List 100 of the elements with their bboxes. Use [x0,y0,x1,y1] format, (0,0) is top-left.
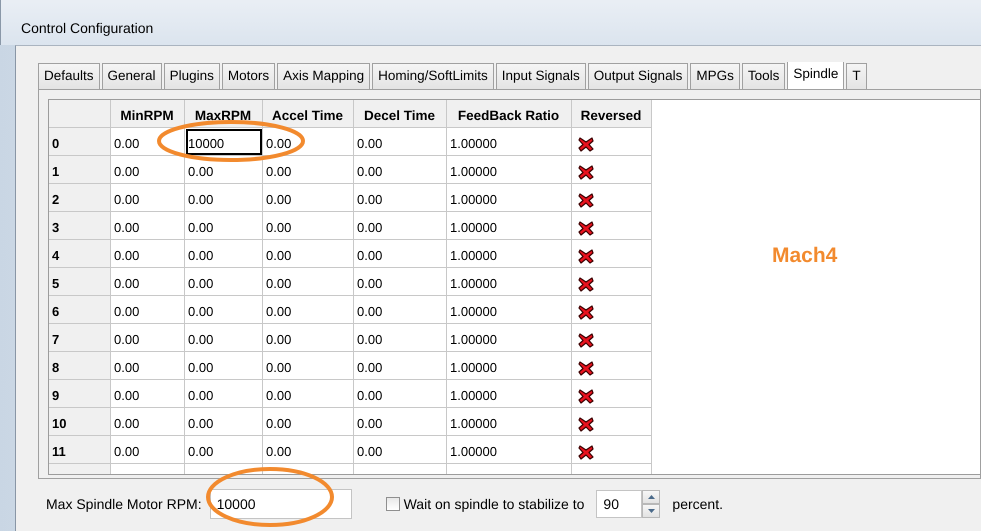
up-arrow-icon [648,495,655,499]
row-header: 4 [49,240,111,268]
rpm-field[interactable]: 10000 [210,489,352,519]
table-cell: 1.00000 [447,380,572,408]
table-cell: 0.00 [263,156,354,184]
checkbox-label: Wait on spindle to stabilize to [404,494,584,514]
row-header: 10 [49,408,111,436]
checkbox[interactable] [386,497,400,511]
tab[interactable]: General [102,63,162,89]
table-cell: 1.00000 [447,436,572,464]
table-cell: 1.00000 [447,212,572,240]
table-cell: 0.00 [354,296,447,324]
window-title: Control Configuration [21,20,154,36]
table-cell: 0.00 [263,128,354,156]
table-cell: 0.00 [185,296,263,324]
table-cell: 0.00 [111,184,185,212]
field-label: Max Spindle Motor RPM: [46,494,202,514]
row-header: 11 [49,436,111,464]
table-cell: 0.00 [354,128,447,156]
table-cell: 0.00 [354,184,447,212]
table-cell: 0.00 [263,436,354,464]
table-cell: 0.00 [263,268,354,296]
tab[interactable]: Spindle [787,62,844,89]
table-cell: 1.00000 [447,296,572,324]
tab[interactable]: Motors [222,63,276,89]
tab[interactable]: MPGs [690,63,740,89]
table-cell: 0.00 [354,268,447,296]
table-cell: 0.00 [111,240,185,268]
tab[interactable]: Axis Mapping [277,63,370,89]
table-cell: 0.00 [263,324,354,352]
row-header: 0 [49,128,111,156]
row-header: 2 [49,184,111,212]
table-cell: 0.00 [111,156,185,184]
table-cell: 0.00 [263,352,354,380]
table-cell: 0.00 [111,408,185,436]
table-cell: 0.00 [263,184,354,212]
row-header: 6 [49,296,111,324]
table-cell: 0.00 [263,296,354,324]
tab[interactable]: Input Signals [496,63,586,89]
column-header: Decel Time [354,100,447,128]
table-cell: 0.00 [111,128,185,156]
down-arrow-icon [648,509,655,513]
table-cell: 0.00 [185,352,263,380]
table-cell: 0.00 [185,268,263,296]
table-cell: 0.00 [185,212,263,240]
tab[interactable]: Homing/SoftLimits [372,63,494,89]
spin-field[interactable]: 90 [596,490,642,518]
header-cell [49,100,111,128]
table-cell: 0.00 [185,324,263,352]
tab[interactable]: Defaults [38,63,100,89]
table-cell: 0.00 [185,240,263,268]
column-header: FeedBack Ratio [447,100,572,128]
table-cell: 10000 [185,128,263,156]
table-cell: 0.00 [354,352,447,380]
column-header: Reversed [572,100,652,128]
column-header: MinRPM [111,100,185,128]
column-header: Accel Time [263,100,354,128]
table-cell: 0.00 [185,380,263,408]
spin-up-button[interactable] [642,490,660,504]
table-cell: 0.00 [111,380,185,408]
spin-down-button[interactable] [642,504,660,518]
table-cell: 1.00000 [447,324,572,352]
table-cell: 0.00 [354,380,447,408]
table-cell: 1.00000 [447,128,572,156]
table-cell: 0.00 [111,268,185,296]
table-cell: 0.00 [354,240,447,268]
table-cell: 1.00000 [447,184,572,212]
row-header: 5 [49,268,111,296]
table-cell: 1.00000 [447,268,572,296]
table-cell: 0.00 [354,156,447,184]
table-cell: 0.00 [354,436,447,464]
tab[interactable]: Tools [742,63,786,89]
table-cell: 1.00000 [447,156,572,184]
unit-label: percent. [672,494,723,514]
table-cell: 0.00 [185,408,263,436]
row-header: 3 [49,212,111,240]
table-cell: 0.00 [111,352,185,380]
table-cell: 0.00 [111,436,185,464]
overlay-label: Mach4 [772,243,838,269]
row-header: 9 [49,380,111,408]
table-cell: 0.00 [354,408,447,436]
table-cell: 0.00 [185,184,263,212]
table-cell: 0.00 [354,212,447,240]
table-cell: 0.00 [111,324,185,352]
tab[interactable]: Output Signals [588,63,688,89]
row-header: 7 [49,324,111,352]
table-cell: 0.00 [263,212,354,240]
tab[interactable]: T [846,63,867,89]
table-cell: 0.00 [263,240,354,268]
table-cell: 0.00 [185,156,263,184]
table-cell: 0.00 [354,324,447,352]
table-cell: 0.00 [111,296,185,324]
table-cell: 0.00 [263,408,354,436]
tab[interactable]: Plugins [164,63,220,89]
row-header: 8 [49,352,111,380]
table-cell: 0.00 [263,380,354,408]
row-header: 1 [49,156,111,184]
table-cell: 1.00000 [447,352,572,380]
table-cell: 1.00000 [447,408,572,436]
table-cell: 1.00000 [447,240,572,268]
